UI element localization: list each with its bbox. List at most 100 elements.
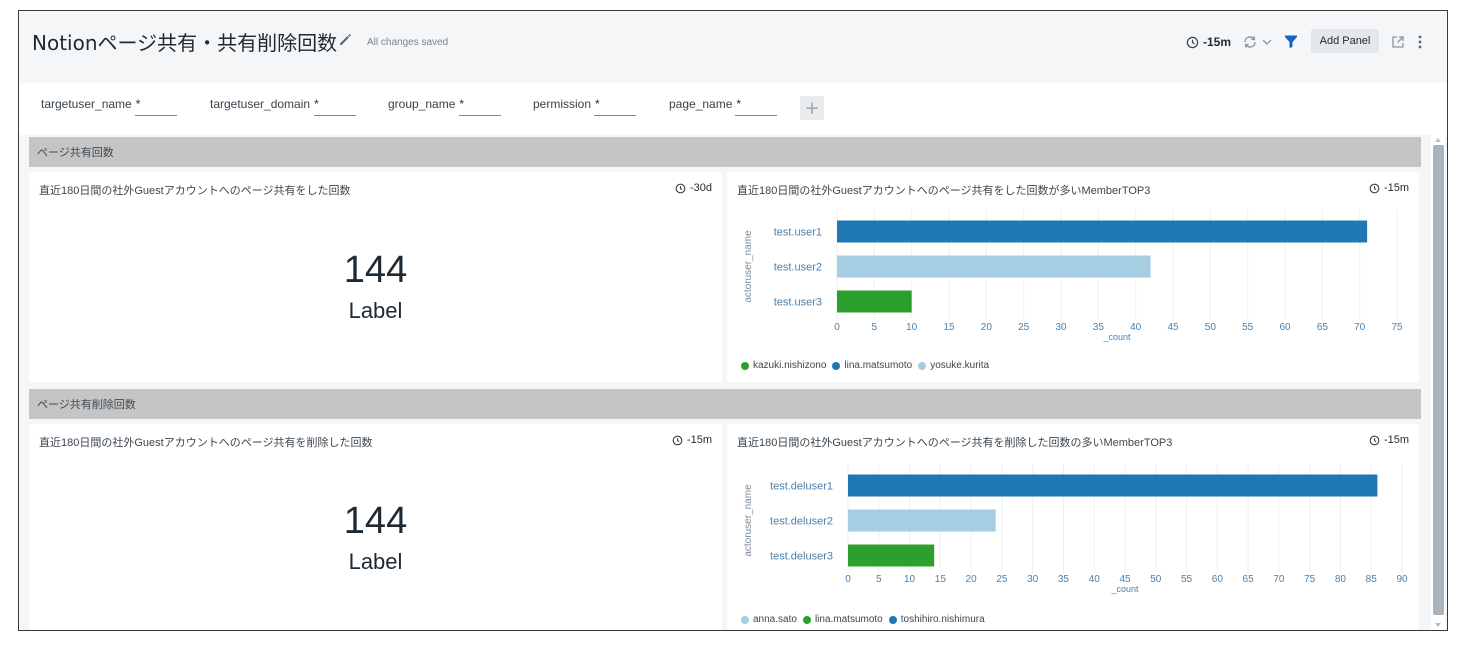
dashboard-title[interactable]: Notionページ共有・共有削除回数: [32, 27, 337, 56]
filter-label: targetuser_name: [41, 97, 132, 111]
legend-item[interactable]: lina.matsumoto: [802, 614, 883, 625]
category-label: test.deluser2: [770, 516, 833, 528]
legend-label: lina.matsumoto: [844, 360, 913, 371]
save-status: All changes saved: [367, 37, 449, 48]
filter-input-targetuser-name[interactable]: [135, 115, 177, 116]
add-panel-button[interactable]: Add Panel: [1311, 29, 1379, 53]
legend-swatch: [888, 615, 897, 624]
legend-item[interactable]: anna.sato: [741, 614, 797, 625]
refresh-icon: [1244, 36, 1256, 48]
bar: [837, 290, 912, 313]
filter-targetuser-domain[interactable]: targetuser_domain *: [210, 97, 319, 111]
filter-label: targetuser_domain: [210, 97, 311, 111]
clock-icon: [672, 435, 683, 445]
share-button[interactable]: [1391, 31, 1405, 53]
x-axis-label: _count: [1102, 332, 1131, 342]
dashboard-frame: Notionページ共有・共有削除回数 All changes saved -15…: [18, 10, 1448, 631]
filter-page-name[interactable]: page_name *: [669, 97, 741, 111]
filter-button[interactable]: [1284, 31, 1298, 53]
x-axis-label: _count: [1110, 584, 1139, 594]
legend-item[interactable]: yosuke.kurita: [918, 360, 989, 371]
panel-share-top3: 直近180日間の社外Guestアカウントへのページ共有をした回数が多いMembe…: [727, 172, 1419, 382]
category-label: test.user2: [774, 262, 822, 274]
y-axis-label: actoruser_name: [743, 230, 754, 303]
required-marker: *: [459, 97, 465, 111]
chevron-down-icon: [1262, 39, 1272, 45]
category-label: test.user3: [774, 297, 822, 309]
kebab-menu-icon: [1418, 35, 1422, 49]
clock-icon: [1186, 36, 1199, 48]
filter-input-group-name[interactable]: [459, 115, 501, 116]
filter-input-page-name[interactable]: [735, 115, 777, 116]
more-options-button[interactable]: [1417, 31, 1423, 53]
vertical-scrollbar[interactable]: [1431, 135, 1445, 630]
chart-legend: kazuki.nishizono lina.matsumoto yosuke.kur…: [741, 360, 995, 371]
x-tick-label: 50: [1150, 574, 1162, 585]
panel-time-range[interactable]: -30d: [675, 182, 712, 194]
panel-time-value: -15m: [686, 434, 712, 446]
x-tick-label: 35: [1058, 574, 1070, 585]
bar: [848, 509, 996, 532]
panel-title: 直近180日間の社外Guestアカウントへのページ共有をした回数: [39, 185, 351, 197]
x-tick-label: 5: [872, 322, 878, 333]
section-header-share[interactable]: ページ共有回数: [29, 137, 1421, 167]
panel-unshare-count: 直近180日間の社外Guestアカウントへのページ共有を削除した回数 -15m …: [29, 424, 722, 630]
panel-time-range[interactable]: -15m: [672, 434, 712, 446]
panel-unshare-top3: 直近180日間の社外Guestアカウントへのページ共有を削除した回数の多いMem…: [727, 424, 1419, 630]
legend-label: lina.matsumoto: [814, 614, 883, 625]
filter-input-permission[interactable]: [594, 115, 636, 116]
scrollbar-thumb[interactable]: [1433, 145, 1444, 615]
x-tick-label: 20: [981, 322, 993, 333]
x-tick-label: 15: [935, 574, 947, 585]
legend-item[interactable]: kazuki.nishizono: [741, 360, 826, 371]
x-tick-label: 75: [1391, 322, 1403, 333]
filter-group-name[interactable]: group_name *: [388, 97, 464, 111]
bar: [837, 220, 1368, 243]
legend-item[interactable]: toshihiro.nishimura: [888, 614, 985, 625]
x-tick-label: 90: [1396, 574, 1408, 585]
required-marker: *: [736, 97, 742, 111]
single-value-label: Label: [348, 549, 403, 574]
category-label: test.deluser3: [770, 551, 833, 563]
clock-icon: [1369, 183, 1380, 193]
x-tick-label: 30: [1055, 322, 1067, 333]
x-tick-label: 55: [1242, 322, 1254, 333]
y-axis-label: actoruser_name: [743, 484, 754, 557]
filter-bar: targetuser_name * targetuser_domain * grou…: [19, 83, 1447, 135]
x-tick-label: 0: [845, 574, 851, 585]
panel-time-range[interactable]: -15m: [1369, 434, 1409, 446]
legend-swatch: [832, 361, 841, 370]
filter-targetuser-name[interactable]: targetuser_name *: [41, 97, 140, 111]
required-marker: *: [314, 97, 319, 111]
scroll-up-arrow[interactable]: [1435, 138, 1441, 142]
panel-title: 直近180日間の社外Guestアカウントへのページ共有を削除した回数: [39, 437, 373, 449]
legend-label: toshihiro.nishimura: [900, 614, 985, 625]
panel-time-value: -15m: [1383, 182, 1409, 194]
legend-item[interactable]: lina.matsumoto: [832, 360, 912, 371]
legend-label: anna.sato: [753, 614, 797, 625]
bar: [848, 544, 935, 567]
add-filter-button[interactable]: +: [800, 96, 824, 120]
refresh-button[interactable]: [1242, 31, 1273, 53]
legend-label: kazuki.nishizono: [753, 360, 827, 371]
section-header-unshare[interactable]: ページ共有削除回数: [29, 389, 1421, 419]
legend-label: yosuke.kurita: [930, 360, 990, 371]
filter-input-targetuser-domain[interactable]: [314, 115, 356, 116]
x-tick-label: 60: [1212, 574, 1224, 585]
x-tick-label: 40: [1089, 574, 1101, 585]
filter-permission[interactable]: permission *: [533, 97, 600, 111]
bar: [848, 474, 1378, 497]
panel-time-value: -15m: [1383, 434, 1409, 446]
x-tick-label: 20: [966, 574, 978, 585]
filter-label: page_name: [669, 97, 733, 111]
clock-icon: [675, 183, 686, 193]
x-tick-label: 40: [1130, 322, 1142, 333]
required-marker: *: [595, 97, 600, 111]
scroll-down-arrow[interactable]: [1435, 623, 1441, 627]
x-tick-label: 15: [943, 322, 955, 333]
time-range-picker[interactable]: -15m: [1186, 31, 1231, 53]
pencil-icon[interactable]: [337, 31, 353, 47]
time-range-value: -15m: [1203, 35, 1232, 49]
x-tick-label: 25: [1018, 322, 1030, 333]
panel-time-range[interactable]: -15m: [1369, 182, 1409, 194]
